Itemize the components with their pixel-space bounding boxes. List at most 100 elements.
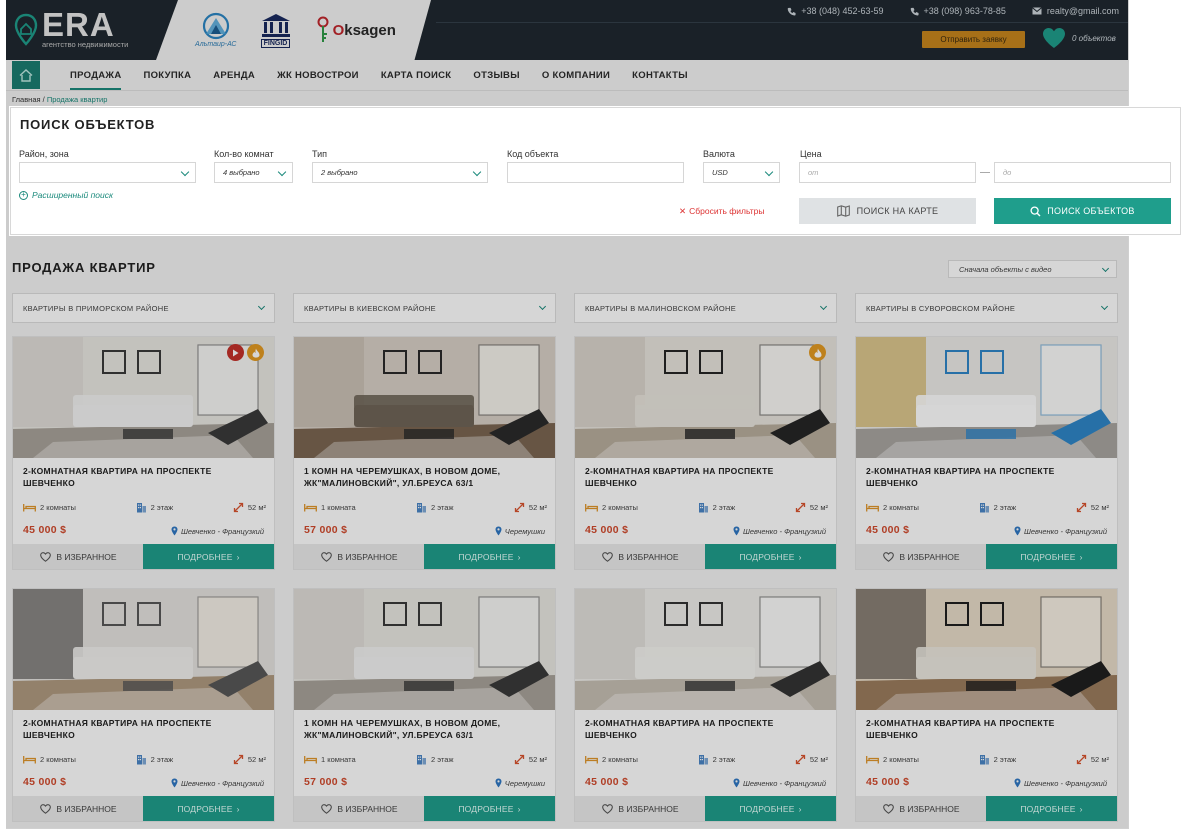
nav-item[interactable]: КАРТА ПОИСК [370, 60, 463, 91]
card-photo[interactable] [575, 337, 836, 458]
details-button[interactable]: ПОДРОБНЕЕ › [705, 796, 836, 821]
nav-item[interactable]: ОТЗЫВЫ [462, 60, 530, 91]
card-title[interactable]: 1 КОМН НА ЧЕРЕМУШКАХ, В НОВОМ ДОМЕ, ЖК"М… [304, 465, 544, 489]
nav-item[interactable]: КОНТАКТЫ [621, 60, 699, 91]
card-photo[interactable] [575, 589, 836, 710]
details-button[interactable]: ПОДРОБНЕЕ › [143, 544, 274, 569]
advanced-search-label: Расширенный поиск [32, 190, 113, 200]
card-price: 57 000 $ [304, 524, 348, 536]
building-icon [979, 503, 989, 513]
card-photo[interactable] [13, 589, 274, 710]
card-photo[interactable] [856, 589, 1117, 710]
card-photo[interactable] [294, 337, 555, 458]
partner-fingid[interactable]: FINGID [259, 12, 293, 48]
chevron-down-icon [538, 302, 547, 311]
contact-phone-1[interactable]: +38 (048) 452-63-59 [787, 6, 884, 16]
area-info: 52 м² [795, 754, 828, 765]
card-title[interactable]: 1 КОМН НА ЧЕРЕМУШКАХ, В НОВОМ ДОМЕ, ЖК"М… [304, 717, 544, 741]
rooms-text: 2 комнаты [40, 503, 76, 512]
partner-altair[interactable]: Альтаир-АС [195, 12, 236, 48]
district-select[interactable] [19, 162, 196, 183]
listing-card[interactable]: 2-КОМНАТНАЯ КВАРТИРА НА ПРОСПЕКТЕ ШЕВЧЕН… [855, 336, 1118, 570]
partner-oksagen[interactable]: Oksagen [315, 16, 396, 44]
search-on-map-button[interactable]: ПОИСК НА КАРТЕ [799, 198, 976, 224]
home-button[interactable] [12, 61, 40, 89]
add-to-favorites-button[interactable]: В ИЗБРАННОЕ [856, 544, 987, 569]
district-dropdown[interactable]: КВАРТИРЫ В КИЕВСКОМ РАЙОНЕ [293, 293, 556, 323]
nav-item[interactable]: ПОКУПКА [132, 60, 202, 91]
nav-items: ПРОДАЖА ПОКУПКА АРЕНДА ЖК НОВОСТРОИ КАРТА ПО… [59, 60, 699, 91]
details-button[interactable]: ПОДРОБНЕЕ › [986, 796, 1117, 821]
card-photo[interactable] [294, 589, 555, 710]
add-to-favorites-button[interactable]: В ИЗБРАННОЕ [575, 796, 706, 821]
card-title[interactable]: 2-КОМНАТНАЯ КВАРТИРА НА ПРОСПЕКТЕ ШЕВЧЕН… [585, 717, 825, 741]
rooms-info: 2 комнаты [585, 502, 638, 513]
price-to-input[interactable]: до [994, 162, 1171, 183]
nav-item[interactable]: ЖК НОВОСТРОИ [266, 60, 370, 91]
card-photo[interactable] [13, 337, 274, 458]
bed-icon [304, 504, 317, 512]
area-text: 52 м² [809, 503, 828, 512]
nav-item[interactable]: О КОМПАНИИ [531, 60, 621, 91]
rooms-text: 2 комнаты [602, 503, 638, 512]
details-button[interactable]: ПОДРОБНЕЕ › [424, 544, 555, 569]
nav-item[interactable]: АРЕНДА [202, 60, 266, 91]
district-dropdown[interactable]: КВАРТИРЫ В СУВОРОВСКОМ РАЙОНЕ [855, 293, 1118, 323]
card-title[interactable]: 2-КОМНАТНАЯ КВАРТИРА НА ПРОСПЕКТЕ ШЕВЧЕН… [585, 465, 825, 489]
search-objects-button[interactable]: ПОИСК ОБЪЕКТОВ [994, 198, 1171, 224]
listing-card[interactable]: 1 КОМН НА ЧЕРЕМУШКАХ, В НОВОМ ДОМЕ, ЖК"М… [293, 336, 556, 570]
send-request-button[interactable]: Отправить заявку [922, 31, 1025, 48]
site-logo[interactable]: ERA агентство недвижимости [6, 0, 156, 60]
sort-select[interactable]: Сначала объекты с видео [948, 260, 1117, 278]
rooms-info: 2 комнаты [585, 754, 638, 765]
details-button[interactable]: ПОДРОБНЕЕ › [705, 544, 836, 569]
nav-item[interactable]: ПРОДАЖА [59, 60, 132, 91]
rooms-info: 2 комнаты [23, 502, 76, 513]
card-photo[interactable] [856, 337, 1117, 458]
card-meta: 2 комнаты 2 этаж 52 м² [23, 754, 266, 765]
card-title[interactable]: 2-КОМНАТНАЯ КВАРТИРА НА ПРОСПЕКТЕ ШЕВЧЕН… [23, 465, 263, 489]
details-label: ПОДРОБНЕЕ [177, 551, 233, 562]
card-price: 45 000 $ [23, 524, 67, 536]
listing-card[interactable]: 2-КОМНАТНАЯ КВАРТИРА НА ПРОСПЕКТЕ ШЕВЧЕН… [574, 588, 837, 822]
add-to-favorites-button[interactable]: В ИЗБРАННОЕ [575, 544, 706, 569]
listing-card[interactable]: 2-КОМНАТНАЯ КВАРТИРА НА ПРОСПЕКТЕ ШЕВЧЕН… [12, 588, 275, 822]
card-location: Шевченко - Французкий [733, 526, 826, 536]
add-to-favorites-button[interactable]: В ИЗБРАННОЕ [13, 544, 144, 569]
add-to-favorites-button[interactable]: В ИЗБРАННОЕ [13, 796, 144, 821]
add-to-favorites-button[interactable]: В ИЗБРАННОЕ [294, 796, 425, 821]
type-select[interactable]: 2 выбрано [312, 162, 488, 183]
contact-phone-2[interactable]: +38 (098) 963-78-85 [910, 6, 1006, 16]
listing-card[interactable]: 1 КОМН НА ЧЕРЕМУШКАХ, В НОВОМ ДОМЕ, ЖК"М… [293, 588, 556, 822]
reset-filters-link[interactable]: ✕ Сбросить фильтры [679, 206, 764, 217]
chevron-down-icon [257, 302, 266, 311]
card-title[interactable]: 2-КОМНАТНАЯ КВАРТИРА НА ПРОСПЕКТЕ ШЕВЧЕН… [866, 717, 1106, 741]
building-columns-icon [261, 14, 290, 37]
object-code-input[interactable] [507, 162, 684, 183]
details-button[interactable]: ПОДРОБНЕЕ › [424, 796, 555, 821]
district-dropdown[interactable]: КВАРТИРЫ В ПРИМОРСКОМ РАЙОНЕ [12, 293, 275, 323]
favorites-widget[interactable]: 0 объектов [1042, 27, 1116, 49]
listing-card[interactable]: 2-КОМНАТНАЯ КВАРТИРА НА ПРОСПЕКТЕ ШЕВЧЕН… [574, 336, 837, 570]
breadcrumb-home[interactable]: Главная [12, 95, 41, 104]
district-dropdown[interactable]: КВАРТИРЫ В МАЛИНОВСКОМ РАЙОНЕ [574, 293, 837, 323]
rooms-select[interactable]: 4 выбрано [214, 162, 293, 183]
details-button[interactable]: ПОДРОБНЕЕ › [986, 544, 1117, 569]
hot-icon [247, 344, 264, 361]
listing-card[interactable]: 2-КОМНАТНАЯ КВАРТИРА НА ПРОСПЕКТЕ ШЕВЧЕН… [12, 336, 275, 570]
location-text: Шевченко - Французкий [180, 526, 264, 536]
add-to-favorites-button[interactable]: В ИЗБРАННОЕ [856, 796, 987, 821]
add-to-favorites-button[interactable]: В ИЗБРАННОЕ [294, 544, 425, 569]
details-button[interactable]: ПОДРОБНЕЕ › [143, 796, 274, 821]
card-title[interactable]: 2-КОМНАТНАЯ КВАРТИРА НА ПРОСПЕКТЕ ШЕВЧЕН… [23, 717, 263, 741]
contact-email[interactable]: realty@gmail.com [1032, 6, 1119, 16]
advanced-search-link[interactable]: + Расширенный поиск [19, 190, 113, 200]
listing-card[interactable]: 2-КОМНАТНАЯ КВАРТИРА НА ПРОСПЕКТЕ ШЕВЧЕН… [855, 588, 1118, 822]
floor-info: 2 этаж [136, 502, 173, 513]
map-pin-icon [14, 13, 38, 47]
price-from-input[interactable]: от [799, 162, 976, 183]
currency-select[interactable]: USD [703, 162, 780, 183]
card-title[interactable]: 2-КОМНАТНАЯ КВАРТИРА НА ПРОСПЕКТЕ ШЕВЧЕН… [866, 465, 1106, 489]
rooms-info: 2 комнаты [866, 502, 919, 513]
area-info: 52 м² [514, 502, 547, 513]
